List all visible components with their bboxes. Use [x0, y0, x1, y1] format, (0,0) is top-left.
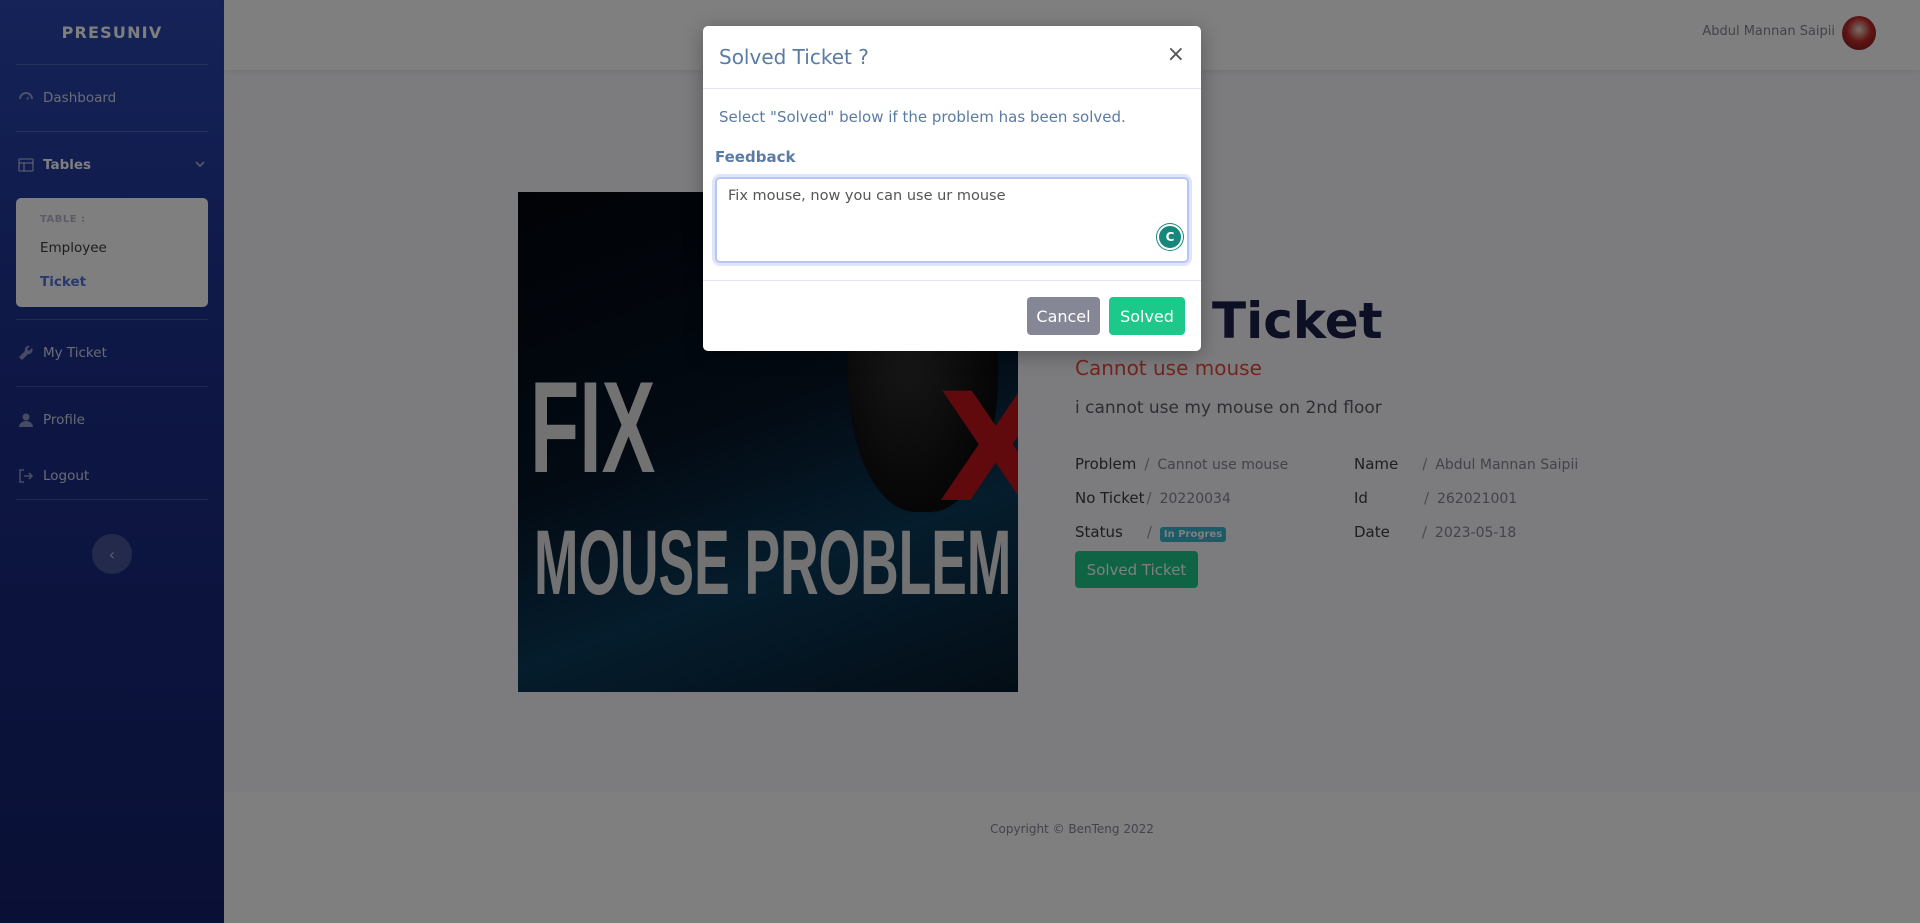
close-icon[interactable]: ×	[1167, 42, 1185, 67]
modal-title: Solved Ticket ?	[719, 45, 869, 69]
modal-message: Select "Solved" below if the problem has…	[719, 108, 1126, 126]
solved-ticket-modal: Solved Ticket ? × Select "Solved" below …	[703, 26, 1201, 351]
solved-button[interactable]: Solved	[1109, 297, 1185, 335]
cancel-button[interactable]: Cancel	[1027, 297, 1100, 335]
feedback-textarea[interactable]: Fix mouse, now you can use ur mouse	[715, 177, 1189, 263]
modal-divider	[703, 280, 1201, 281]
grammar-check-icon[interactable]: C	[1157, 224, 1183, 250]
modal-header: Solved Ticket ? ×	[703, 26, 1201, 89]
feedback-label: Feedback	[715, 148, 796, 166]
